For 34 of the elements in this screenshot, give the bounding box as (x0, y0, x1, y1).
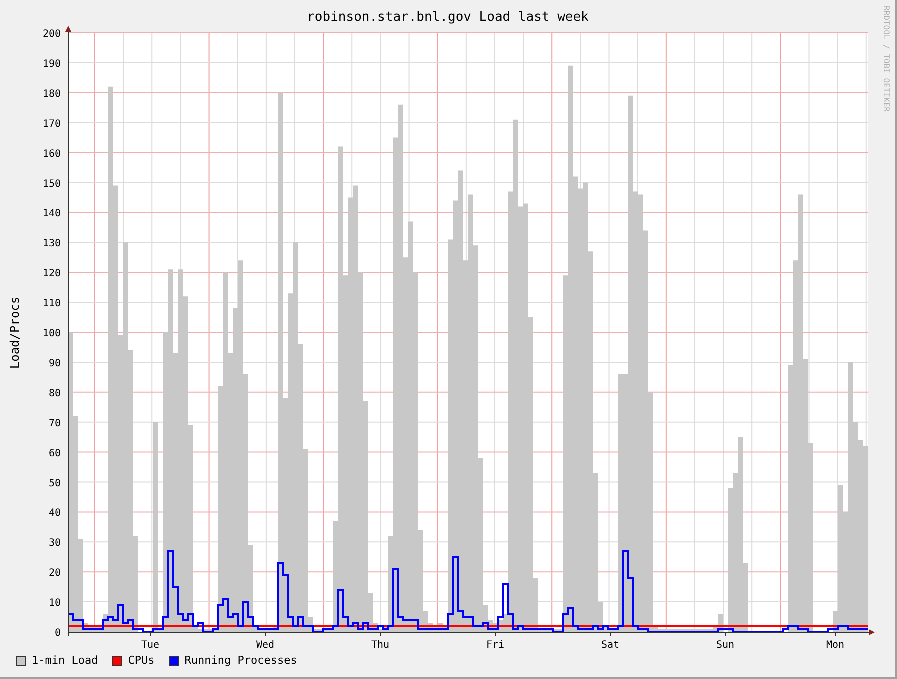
tick-label: 190 (42, 58, 61, 70)
tick-label: 10 (48, 598, 61, 610)
tick-label: 160 (42, 148, 61, 160)
tick-label: 40 (48, 508, 61, 520)
tick-label: Fri (486, 640, 505, 650)
tick-label: 20 (48, 568, 61, 580)
tick-label: 150 (42, 178, 61, 190)
tick-label: 200 (42, 29, 61, 40)
legend-label: 1-min Load (32, 654, 98, 667)
tick-label: Thu (371, 640, 390, 650)
tick-label: 110 (42, 298, 61, 310)
tick-label: Tue (141, 640, 160, 650)
credit-text: RRDTOOL / TOBI OETIKER (882, 6, 891, 112)
legend-label: CPUs (128, 654, 155, 667)
tick-label: 180 (42, 88, 61, 100)
tick-label: 0 (54, 628, 61, 639)
tick-label: 120 (42, 268, 61, 280)
tick-label: 80 (48, 388, 61, 400)
tick-label: 30 (48, 538, 61, 550)
tick-label: Sun (716, 640, 735, 650)
tick-label: 170 (42, 118, 61, 130)
chart-title: robinson.star.bnl.gov Load last week (307, 10, 589, 25)
tick-label: Sat (601, 640, 620, 650)
tick-label: 50 (48, 478, 61, 490)
tick-label: Wed (256, 640, 275, 650)
tick-label: 130 (42, 238, 61, 250)
tick-label: Mon (826, 640, 845, 650)
tick-label: 70 (48, 418, 61, 430)
tick-label: 60 (48, 448, 61, 460)
tick-label: 140 (42, 208, 61, 220)
legend-label: Running Processes (184, 654, 298, 667)
axis-label: Load/Procs (8, 296, 22, 370)
tick-label: 100 (42, 328, 61, 340)
tick-label: 90 (48, 358, 61, 370)
